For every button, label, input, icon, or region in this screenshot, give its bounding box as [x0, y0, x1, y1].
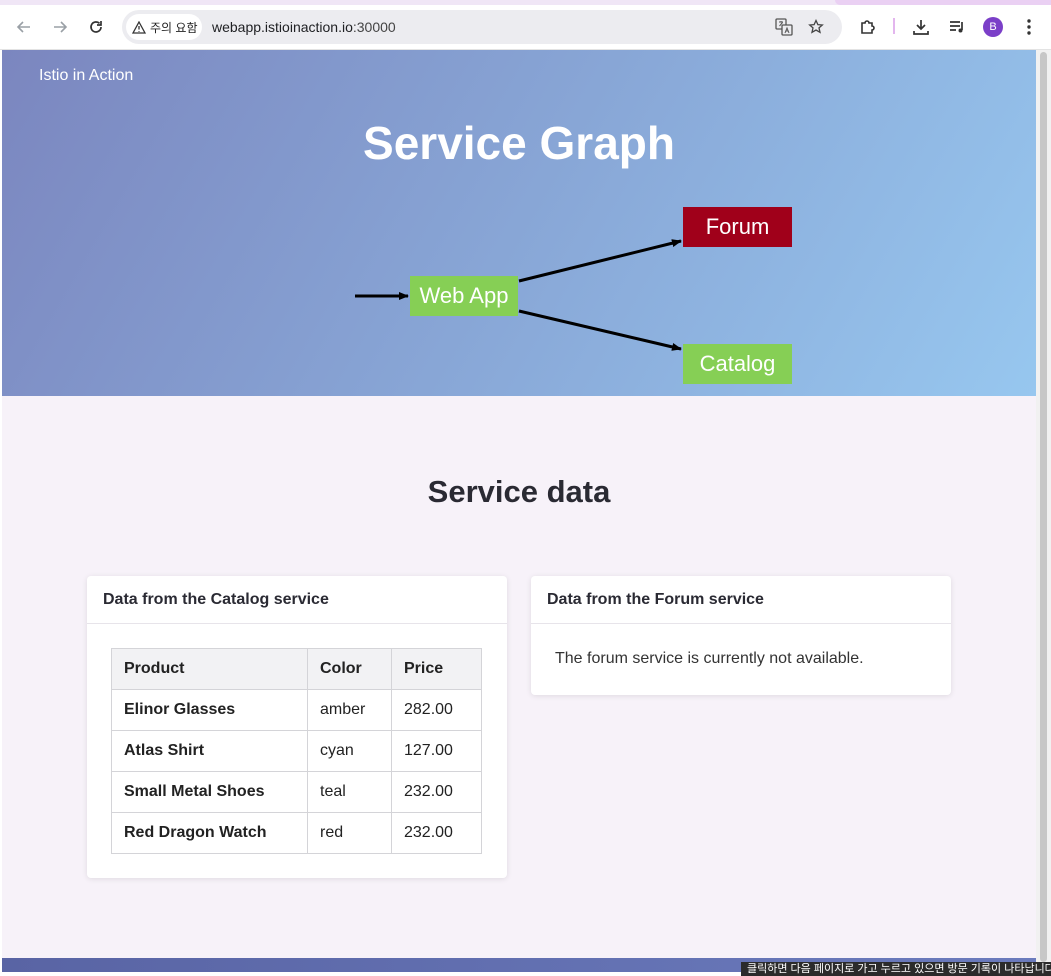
reload-icon — [90, 21, 102, 33]
puzzle-icon — [861, 20, 875, 34]
menu-button[interactable] — [1015, 13, 1043, 41]
forward-button[interactable] — [46, 13, 74, 41]
edge-webapp-catalog — [518, 309, 682, 351]
column-header-color: Color — [307, 648, 392, 690]
table-row: Small Metal Shoes teal 232.00 — [111, 771, 482, 813]
forum-card-header: Data from the Forum service — [531, 576, 951, 624]
service-graph — [355, 239, 682, 351]
product-name: Small Metal Shoes — [111, 771, 308, 813]
downloads-button[interactable] — [907, 13, 935, 41]
reload-button[interactable] — [82, 13, 110, 41]
scrollbar-thumb[interactable] — [1040, 52, 1047, 962]
url-host: webapp.istioinaction.io — [212, 19, 353, 35]
product-color: teal — [307, 771, 392, 813]
catalog-card: Data from the Catalog service Product Co… — [87, 576, 507, 878]
arrow-left-icon — [16, 21, 30, 33]
translate-icon[interactable] — [774, 17, 794, 37]
status-tooltip: 클릭하면 다음 페이지로 가고 누르고 있으면 방문 기록이 나타납니다. — [741, 962, 1051, 976]
column-header-product: Product — [111, 648, 308, 690]
products-table: Product Color Price Elinor Glasses amber… — [111, 648, 482, 854]
product-color: red — [307, 812, 392, 854]
url-port: :30000 — [352, 19, 396, 35]
warning-icon — [132, 20, 146, 34]
product-color: cyan — [307, 730, 392, 772]
forum-unavailable-message: The forum service is currently not avail… — [555, 650, 864, 667]
profile-button[interactable]: B — [979, 13, 1007, 41]
product-name: Red Dragon Watch — [111, 812, 308, 854]
table-row: Atlas Shirt cyan 127.00 — [111, 730, 482, 772]
graph-node-catalog: Catalog — [683, 344, 792, 384]
media-control-button[interactable] — [943, 13, 971, 41]
page-scrollbar[interactable] — [1036, 50, 1051, 972]
graph-node-webapp: Web App — [410, 276, 518, 316]
playlist-icon — [950, 21, 963, 33]
table-row: Elinor Glasses amber 282.00 — [111, 689, 482, 731]
address-bar[interactable]: 주의 요함 webapp.istioinaction.io:30000 — [122, 10, 842, 44]
section-title: Service data — [427, 474, 611, 509]
product-price: 282.00 — [391, 689, 482, 731]
download-icon — [913, 20, 929, 35]
kebab-menu-icon — [1027, 19, 1031, 35]
graph-node-forum: Forum — [683, 207, 792, 247]
column-header-price: Price — [391, 648, 482, 690]
product-price: 232.00 — [391, 812, 482, 854]
table-row: Red Dragon Watch red 232.00 — [111, 812, 482, 854]
toolbar-separator — [893, 18, 895, 34]
arrow-right-icon — [54, 21, 68, 33]
page-viewport: Istio in Action Service Graph Web App Fo… — [2, 50, 1036, 972]
security-chip[interactable]: 주의 요함 — [126, 14, 202, 40]
security-chip-label: 주의 요함 — [150, 20, 198, 35]
table-header-row: Product Color Price — [111, 648, 482, 690]
product-name: Atlas Shirt — [111, 730, 308, 772]
product-price: 127.00 — [391, 730, 482, 772]
product-color: amber — [307, 689, 392, 731]
url-text[interactable]: webapp.istioinaction.io:30000 — [212, 10, 396, 44]
edge-webapp-forum — [518, 239, 682, 283]
extensions-button[interactable] — [854, 13, 882, 41]
avatar: B — [983, 17, 1003, 37]
hero-banner: Istio in Action Service Graph Web App Fo… — [2, 50, 1036, 396]
product-name: Elinor Glasses — [111, 689, 308, 731]
catalog-card-header: Data from the Catalog service — [87, 576, 507, 624]
bookmark-star-icon[interactable] — [806, 17, 826, 37]
browser-toolbar: 주의 요함 webapp.istioinaction.io:30000 B — [0, 5, 1051, 50]
product-price: 232.00 — [391, 771, 482, 813]
back-button[interactable] — [10, 13, 38, 41]
forum-card: Data from the Forum service The forum se… — [531, 576, 951, 695]
